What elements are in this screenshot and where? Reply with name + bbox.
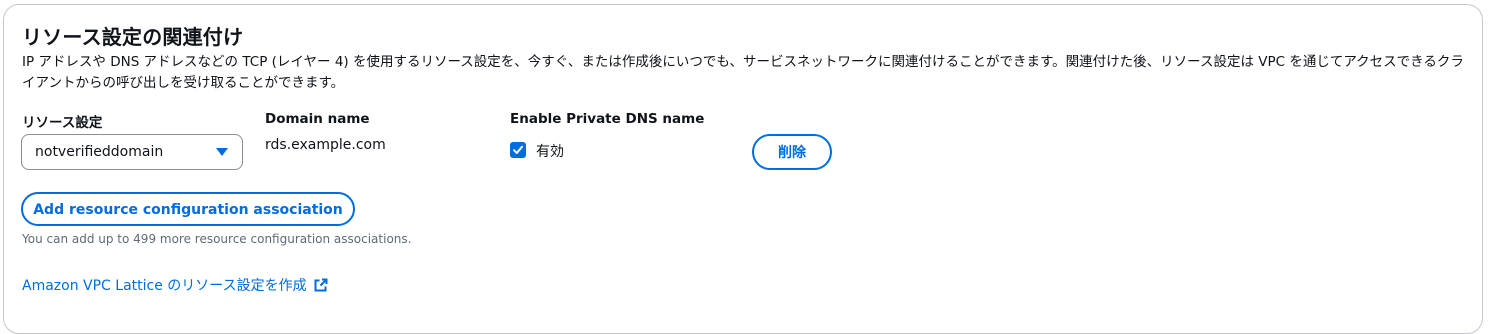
resource-config-label: リソース設定 [22,115,103,131]
resource-config-select[interactable]: notverifieddomain [21,134,243,170]
external-link-icon [314,278,328,292]
delete-button[interactable]: 削除 [752,134,832,170]
create-resource-config-link[interactable]: Amazon VPC Lattice のリソース設定を作成 [22,275,328,295]
private-dns-checkbox[interactable] [510,142,526,158]
add-resource-configuration-association-button[interactable]: Add resource configuration association [21,192,355,226]
section-description: IP アドレスや DNS アドレスなどの TCP (レイヤー 4) を使用するリ… [22,54,1464,91]
create-resource-config-link-label: Amazon VPC Lattice のリソース設定を作成 [22,278,307,294]
private-dns-label: Enable Private DNS name [510,111,705,127]
caret-down-icon [216,148,228,156]
association-limit-hint: You can add up to 499 more resource conf… [22,232,412,246]
private-dns-checkbox-label[interactable]: 有効 [536,141,564,161]
checkmark-icon [513,145,523,154]
resource-config-selected-value: notverifieddomain [35,144,164,160]
section-title: リソース設定の関連付け [22,25,244,49]
domain-name-label: Domain name [265,111,370,127]
domain-name-value: rds.example.com [265,137,386,153]
